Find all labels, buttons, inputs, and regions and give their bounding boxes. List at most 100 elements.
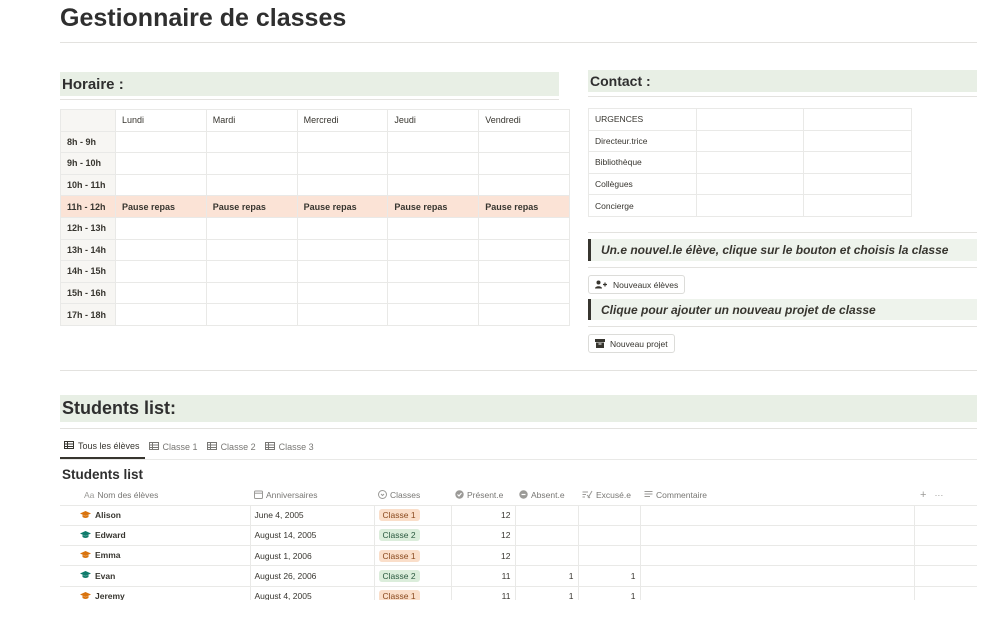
schedule-cell[interactable] xyxy=(387,152,480,175)
schedule-cell[interactable] xyxy=(205,130,298,154)
birthday-cell[interactable]: August 1, 2006 xyxy=(250,545,375,567)
schedule-cell[interactable] xyxy=(115,216,207,240)
schedule-cell[interactable] xyxy=(478,260,570,283)
comment-cell[interactable] xyxy=(640,525,915,547)
contact-cell[interactable] xyxy=(695,194,805,217)
table-row[interactable]: Emma August 1, 2006 Classe 1 12 xyxy=(60,545,977,567)
schedule-cell[interactable] xyxy=(205,260,298,283)
comment-cell[interactable] xyxy=(640,545,915,567)
schedule-cell[interactable] xyxy=(296,216,389,240)
absent-cell[interactable]: 1 xyxy=(515,565,579,587)
schedule-cell[interactable] xyxy=(296,281,389,305)
contact-cell[interactable] xyxy=(695,151,805,174)
schedule-cell[interactable] xyxy=(478,281,570,305)
student-name-cell[interactable]: Alison xyxy=(60,505,251,526)
schedule-cell[interactable]: Pause repas xyxy=(387,195,480,218)
add-column-button[interactable]: + xyxy=(920,489,926,501)
tab-classe-1[interactable]: Classe 1 xyxy=(145,439,203,459)
schedule-cell[interactable] xyxy=(115,281,207,305)
schedule-cell[interactable] xyxy=(478,238,570,262)
student-name-cell[interactable]: Evan xyxy=(60,565,251,587)
schedule-cell[interactable] xyxy=(387,238,480,262)
schedule-cell[interactable] xyxy=(115,238,207,262)
column-header[interactable]: Classes xyxy=(374,486,451,506)
schedule-cell[interactable] xyxy=(205,303,298,326)
student-name-cell[interactable]: Emma xyxy=(60,545,251,567)
table-row[interactable]: Edward August 14, 2005 Classe 2 12 xyxy=(60,525,977,547)
present-cell[interactable]: 12 xyxy=(451,505,516,526)
schedule-cell[interactable] xyxy=(115,260,207,283)
schedule-cell[interactable]: Pause repas xyxy=(115,195,207,218)
schedule-cell[interactable] xyxy=(387,130,480,154)
schedule-cell[interactable] xyxy=(115,152,207,175)
excused-cell[interactable] xyxy=(578,505,641,526)
schedule-cell[interactable] xyxy=(478,303,570,326)
absent-cell[interactable] xyxy=(515,505,579,526)
schedule-cell[interactable] xyxy=(205,152,298,175)
column-header[interactable]: Anniversaires xyxy=(250,486,374,506)
schedule-cell[interactable] xyxy=(205,173,298,197)
schedule-cell[interactable] xyxy=(115,303,207,326)
schedule-cell[interactable] xyxy=(205,281,298,305)
schedule-cell[interactable]: Pause repas xyxy=(205,195,298,218)
class-cell[interactable]: Classe 1 xyxy=(374,545,452,567)
schedule-cell[interactable] xyxy=(296,260,389,283)
schedule-cell[interactable] xyxy=(205,216,298,240)
schedule-cell[interactable] xyxy=(387,281,480,305)
present-cell[interactable]: 11 xyxy=(451,565,516,587)
present-cell[interactable]: 12 xyxy=(451,525,516,547)
schedule-cell[interactable] xyxy=(478,173,570,197)
schedule-cell[interactable] xyxy=(296,152,389,175)
contact-cell[interactable] xyxy=(803,129,912,153)
tab-classe-3[interactable]: Classe 3 xyxy=(261,439,319,459)
contact-cell[interactable] xyxy=(695,108,805,131)
new-students-button[interactable]: Nouveaux élèves xyxy=(588,275,686,294)
birthday-cell[interactable]: August 26, 2006 xyxy=(250,565,375,587)
column-header[interactable]: Commentaire xyxy=(640,486,914,506)
birthday-cell[interactable]: August 14, 2005 xyxy=(250,525,375,547)
schedule-cell[interactable] xyxy=(387,216,480,240)
contact-cell[interactable] xyxy=(803,151,912,174)
schedule-cell[interactable] xyxy=(115,130,207,154)
comment-cell[interactable] xyxy=(640,565,915,587)
schedule-cell[interactable] xyxy=(387,303,480,326)
table-row[interactable]: Alison June 4, 2005 Classe 1 12 xyxy=(60,505,977,526)
contact-cell[interactable] xyxy=(695,129,805,153)
birthday-cell[interactable]: June 4, 2005 xyxy=(250,505,375,526)
present-cell[interactable]: 12 xyxy=(451,545,516,567)
schedule-cell[interactable] xyxy=(478,152,570,175)
contact-cell[interactable] xyxy=(803,194,912,217)
schedule-cell[interactable] xyxy=(205,238,298,262)
column-header[interactable]: Présent.e xyxy=(451,486,515,506)
contact-cell[interactable] xyxy=(695,172,805,196)
tab-classe-2[interactable]: Classe 2 xyxy=(203,439,261,459)
schedule-cell[interactable] xyxy=(296,130,389,154)
absent-cell[interactable] xyxy=(515,545,579,567)
contact-cell[interactable] xyxy=(803,108,912,131)
table-row[interactable]: Evan August 26, 2006 Classe 2 11 1 1 xyxy=(60,565,977,587)
new-project-button[interactable]: Nouveau projet xyxy=(588,334,675,353)
schedule-cell[interactable]: Pause repas xyxy=(478,195,570,218)
excused-cell[interactable] xyxy=(578,525,641,547)
schedule-cell[interactable] xyxy=(478,130,570,154)
schedule-cell[interactable]: Pause repas xyxy=(296,195,389,218)
column-header[interactable]: Excusé.e xyxy=(578,486,640,506)
schedule-cell[interactable] xyxy=(296,173,389,197)
comment-cell[interactable] xyxy=(640,505,915,526)
class-cell[interactable]: Classe 1 xyxy=(374,505,452,526)
excused-cell[interactable] xyxy=(578,545,641,567)
student-name-cell[interactable]: Edward xyxy=(60,525,251,547)
excused-cell[interactable]: 1 xyxy=(578,565,641,587)
tab-tous-les-l-ves[interactable]: Tous les élèves xyxy=(60,439,145,459)
schedule-cell[interactable] xyxy=(387,260,480,283)
column-header[interactable]: Aa Nom des élèves xyxy=(60,486,250,506)
contact-cell[interactable] xyxy=(803,172,912,196)
class-cell[interactable]: Classe 2 xyxy=(374,565,452,587)
schedule-cell[interactable] xyxy=(387,173,480,197)
schedule-cell[interactable] xyxy=(296,303,389,326)
more-options-button[interactable]: ··· xyxy=(934,490,943,500)
schedule-cell[interactable] xyxy=(478,216,570,240)
schedule-cell[interactable] xyxy=(296,238,389,262)
absent-cell[interactable] xyxy=(515,525,579,547)
class-cell[interactable]: Classe 2 xyxy=(374,525,452,547)
